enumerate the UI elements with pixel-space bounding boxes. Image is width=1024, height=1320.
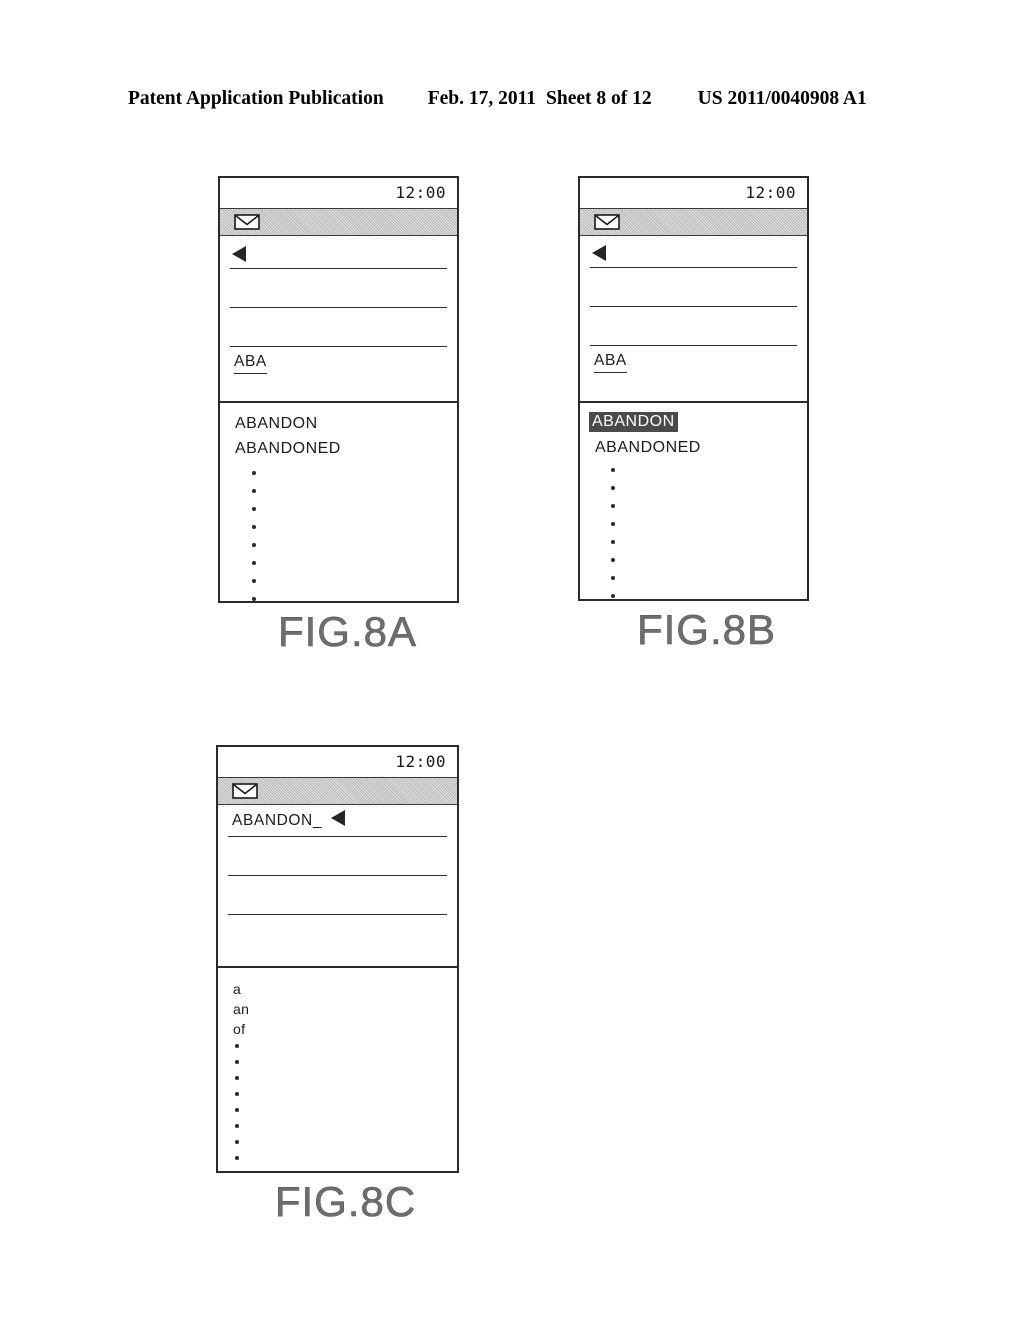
list-item[interactable]: ABANDONED [592,438,704,458]
left-triangle-caret-icon [232,246,246,262]
envelope-icon [594,214,620,230]
publication-date: Feb. 17, 2011 [427,88,537,109]
list-item[interactable]: ABANDONED [232,439,344,459]
left-triangle-caret-icon [331,810,345,826]
list-item[interactable]: an [230,1000,252,1018]
ellipsis-dot [252,525,256,529]
entry-rule-line-2 [590,306,797,307]
device-screen-8b: 12:00 ABA ABANDON ABANDONED [578,176,809,601]
status-bar-8b [580,208,807,236]
ellipsis-dot [235,1140,239,1144]
text-entry-area-8c[interactable]: ABANDON_ [218,805,457,966]
ellipsis-dot [252,579,256,583]
left-triangle-caret-icon [592,245,606,261]
entry-rule-line-1 [230,268,447,269]
entry-rule-line-3 [590,345,797,346]
clock-text: 12:00 [395,752,446,771]
envelope-icon [232,783,258,799]
list-item[interactable]: a [230,980,244,998]
ellipsis-dot [235,1124,239,1128]
ellipsis-dot [235,1156,239,1160]
document-id: US 2011/0040908 A1 [697,88,867,109]
publication-label: Patent Application Publication [128,88,384,109]
typed-text-8a: ABA [234,354,267,374]
typed-text-8c: ABANDON_ [232,812,323,829]
figure-caption: FIG.8B [636,606,777,653]
ellipsis-dot [252,489,256,493]
entry-rule-line-2 [230,307,447,308]
list-item[interactable]: ABANDON [232,414,321,434]
clock-text: 12:00 [395,183,446,202]
status-bar-8c [218,777,457,805]
ellipsis-dot [252,471,256,475]
figure-8a: 12:00 ABA ABANDON ABANDONED FIG.8A [218,176,459,653]
ellipsis-dot [611,468,615,472]
figure-caption: FIG.8A [277,608,418,655]
ellipsis-dot [611,594,615,598]
ellipsis-dot [252,507,256,511]
ellipsis-dot [252,561,256,565]
figure-8b: 12:00 ABA ABANDON ABANDONED FIG.8B [578,176,809,651]
ellipsis-dot [235,1076,239,1080]
typed-text-8b: ABA [594,353,627,373]
text-entry-area-8a[interactable]: ABA [220,236,457,401]
ellipsis-dot [235,1108,239,1112]
page-header: Patent Application Publication Feb. 17, … [128,88,896,116]
ellipsis-dot [611,486,615,490]
ellipsis-dot [235,1092,239,1096]
text-entry-area-8b[interactable]: ABA [580,236,807,401]
candidate-list-8a[interactable]: ABANDON ABANDONED [220,403,457,601]
entry-rule-line-3 [228,914,447,915]
status-bar-8a [220,208,457,236]
list-item-selected[interactable]: ABANDON [589,412,678,432]
figure-caption: FIG.8C [274,1178,417,1225]
candidate-list-8b[interactable]: ABANDON ABANDONED [580,403,807,599]
clock-text: 12:00 [745,183,796,202]
ellipsis-dot [252,543,256,547]
candidate-list-8c[interactable]: a an of [218,968,457,1171]
entry-rule-line-2 [228,875,447,876]
status-clock-bar-8a: 12:00 [220,178,457,208]
entry-rule-line-1 [590,267,797,268]
figure-8c: 12:00 ABANDON_ a an of FIG.8C [216,745,459,1223]
entry-rule-line-1 [228,836,447,837]
list-item[interactable]: of [230,1020,248,1038]
ellipsis-dot [611,522,615,526]
device-screen-8a: 12:00 ABA ABANDON ABANDONED [218,176,459,603]
ellipsis-dot [611,576,615,580]
ellipsis-dot [252,597,256,601]
envelope-icon [234,214,260,230]
ellipsis-dot [235,1060,239,1064]
sheet-number: Sheet 8 of 12 [546,88,652,109]
ellipsis-dot [235,1044,239,1048]
entry-rule-line-3 [230,346,447,347]
ellipsis-dot [611,540,615,544]
ellipsis-dot [611,558,615,562]
device-screen-8c: 12:00 ABANDON_ a an of [216,745,459,1173]
status-clock-bar-8b: 12:00 [580,178,807,208]
ellipsis-dot [611,504,615,508]
status-clock-bar-8c: 12:00 [218,747,457,777]
